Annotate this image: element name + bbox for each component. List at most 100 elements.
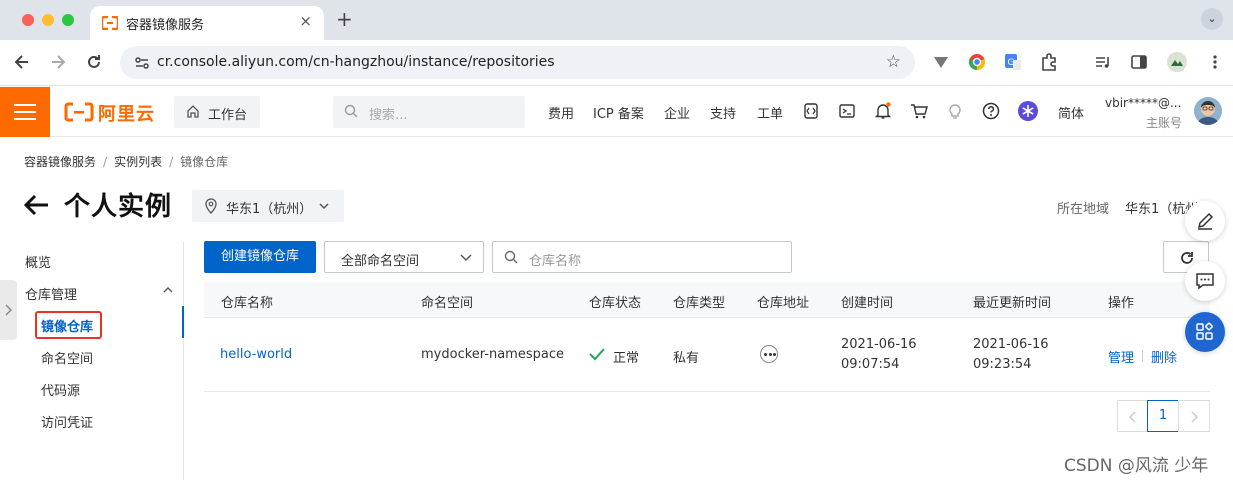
avatar-face-icon	[1197, 101, 1219, 125]
console-topnav: 阿里云 工作台 搜索... 费用 ICP 备案 企业 支持 工单 简体 vbir…	[0, 87, 1233, 137]
workbench-button[interactable]: 工作台	[174, 96, 260, 128]
cloud-shell-app-icon[interactable]	[802, 102, 820, 120]
top-search-placeholder: 搜索...	[369, 108, 408, 123]
search-icon	[504, 250, 518, 264]
nav-link-billing[interactable]: 费用	[548, 103, 574, 122]
browser-tab[interactable]: 容器镜像服务 ×	[90, 6, 324, 40]
user-account-name[interactable]: vbir*****@...	[1105, 96, 1181, 110]
tab-close-icon[interactable]: ×	[299, 12, 312, 30]
breadcrumb: 容器镜像服务 / 实例列表 / 镜像仓库	[24, 155, 229, 169]
url-text: cr.console.aliyun.com/cn-hangzhou/instan…	[157, 54, 555, 70]
media-control-icon[interactable]	[1094, 53, 1112, 71]
lightbulb-icon[interactable]	[946, 102, 964, 120]
namespace-select[interactable]: 全部命名空间	[324, 241, 484, 273]
notification-bell-icon[interactable]	[874, 102, 892, 120]
language-switch[interactable]: 简体	[1058, 103, 1084, 122]
tab-search-button[interactable]: ⌄	[1201, 8, 1223, 30]
chevron-up-icon[interactable]	[162, 285, 174, 295]
sidebar-group-repo-mgmt[interactable]: 仓库管理	[25, 284, 77, 303]
repo-type: 私有	[673, 351, 700, 366]
nav-link-support[interactable]: 支持	[710, 103, 736, 122]
home-icon	[187, 105, 199, 118]
manage-link[interactable]: 管理	[1108, 347, 1134, 366]
pagination-next-button[interactable]	[1178, 400, 1210, 432]
terminal-icon[interactable]	[838, 102, 856, 120]
site-settings-icon[interactable]	[134, 55, 150, 71]
chat-button[interactable]	[1185, 261, 1225, 301]
breadcrumb-item-service[interactable]: 容器镜像服务	[24, 155, 96, 169]
quick-apps-button[interactable]	[1185, 312, 1225, 352]
chrome-extension-icon[interactable]	[968, 53, 986, 71]
nav-link-enterprise[interactable]: 企业	[664, 103, 690, 122]
repo-updated-date: 2021-06-16	[973, 337, 1049, 352]
col-header-repo-name: 仓库名称	[221, 296, 274, 311]
forward-arrow-icon[interactable]	[50, 52, 66, 72]
extensions-puzzle-icon[interactable]	[1040, 53, 1058, 71]
pagination-page-1[interactable]: 1	[1147, 400, 1179, 432]
page-title: 个人实例	[64, 192, 173, 222]
top-search-input[interactable]: 搜索...	[333, 96, 525, 128]
csdn-watermark: CSDN @风流 少年	[1064, 456, 1209, 476]
namespace-select-label: 全部命名空间	[341, 254, 420, 269]
ai-assistant-icon[interactable]	[1018, 101, 1038, 121]
sidebar-item-image-repos[interactable]: 镜像仓库	[41, 316, 93, 335]
col-header-namespace: 命名空间	[421, 296, 474, 311]
user-avatar[interactable]	[1194, 97, 1222, 125]
breadcrumb-item-current: 镜像仓库	[180, 155, 229, 169]
back-arrow-icon[interactable]	[14, 52, 30, 72]
sidebar-item-overview[interactable]: 概览	[25, 252, 51, 271]
new-tab-button[interactable]: +	[336, 8, 353, 30]
col-header-address: 仓库地址	[757, 296, 810, 311]
chevron-left-icon	[1128, 411, 1136, 423]
aliyun-favicon-icon	[102, 16, 118, 30]
nav-link-icp[interactable]: ICP 备案	[593, 103, 644, 122]
chat-bubble-icon	[1196, 273, 1214, 290]
repo-name-link[interactable]: hello-world	[220, 347, 292, 362]
chevron-down-icon	[460, 254, 472, 262]
profile-avatar-icon[interactable]	[1166, 51, 1188, 73]
region-info-label: 所在地域	[1057, 202, 1110, 217]
cart-icon[interactable]	[910, 102, 928, 120]
table-row: hello-world mydocker-namespace 正常 私有 202…	[204, 318, 1210, 392]
window-minimize-button[interactable]	[42, 14, 54, 26]
chevron-right-icon	[5, 304, 12, 316]
repo-search-placeholder: 仓库名称	[529, 254, 582, 269]
sidebar-item-namespaces[interactable]: 命名空间	[41, 348, 93, 367]
bookmark-star-icon[interactable]: ☆	[886, 52, 901, 72]
pagination-prev-button[interactable]	[1117, 400, 1149, 432]
browser-menu-icon[interactable]	[1206, 53, 1224, 71]
repo-namespace: mydocker-namespace	[421, 347, 564, 362]
extension-v-icon[interactable]	[932, 53, 950, 71]
nav-link-ticket[interactable]: 工单	[757, 103, 783, 122]
table-header: 仓库名称 命名空间 仓库状态 仓库类型 仓库地址 创建时间 最近更新时间 操作	[204, 282, 1210, 318]
user-account-role: 主账号	[1146, 116, 1183, 130]
back-arrow-icon[interactable]	[22, 192, 50, 218]
aliyun-logo-icon[interactable]	[64, 99, 94, 125]
repo-address-more-button[interactable]	[760, 345, 778, 363]
translate-extension-icon[interactable]: G	[1004, 53, 1022, 71]
check-icon	[589, 348, 605, 361]
window-close-button[interactable]	[22, 14, 34, 26]
workbench-label: 工作台	[208, 108, 248, 123]
reload-icon[interactable]	[86, 52, 102, 72]
create-repo-button[interactable]: 创建镜像仓库	[204, 241, 316, 273]
menu-hamburger-button[interactable]	[0, 87, 50, 137]
sidebar-divider	[183, 241, 184, 480]
repo-search-input[interactable]: 仓库名称	[492, 241, 792, 273]
sidebar-item-access-credentials[interactable]: 访问凭证	[41, 412, 93, 431]
region-select[interactable]: 华东1（杭州）	[192, 190, 344, 222]
sidebar-item-code-source[interactable]: 代码源	[41, 380, 80, 399]
browser-tab-bar: 容器镜像服务 × + ⌄	[0, 0, 1233, 40]
delete-link[interactable]: 删除	[1151, 347, 1177, 366]
logo-text[interactable]: 阿里云	[98, 100, 155, 126]
col-header-created: 创建时间	[841, 296, 894, 311]
feedback-edit-button[interactable]	[1185, 201, 1225, 241]
window-maximize-button[interactable]	[62, 14, 74, 26]
help-icon[interactable]	[982, 102, 1000, 120]
breadcrumb-item-instances[interactable]: 实例列表	[114, 155, 162, 169]
repo-updated-time: 09:23:54	[973, 357, 1032, 372]
side-panel-icon[interactable]	[1130, 53, 1148, 71]
location-pin-icon	[205, 198, 217, 214]
sidebar-collapse-handle[interactable]	[0, 280, 17, 340]
address-bar[interactable]: cr.console.aliyun.com/cn-hangzhou/instan…	[120, 46, 915, 79]
